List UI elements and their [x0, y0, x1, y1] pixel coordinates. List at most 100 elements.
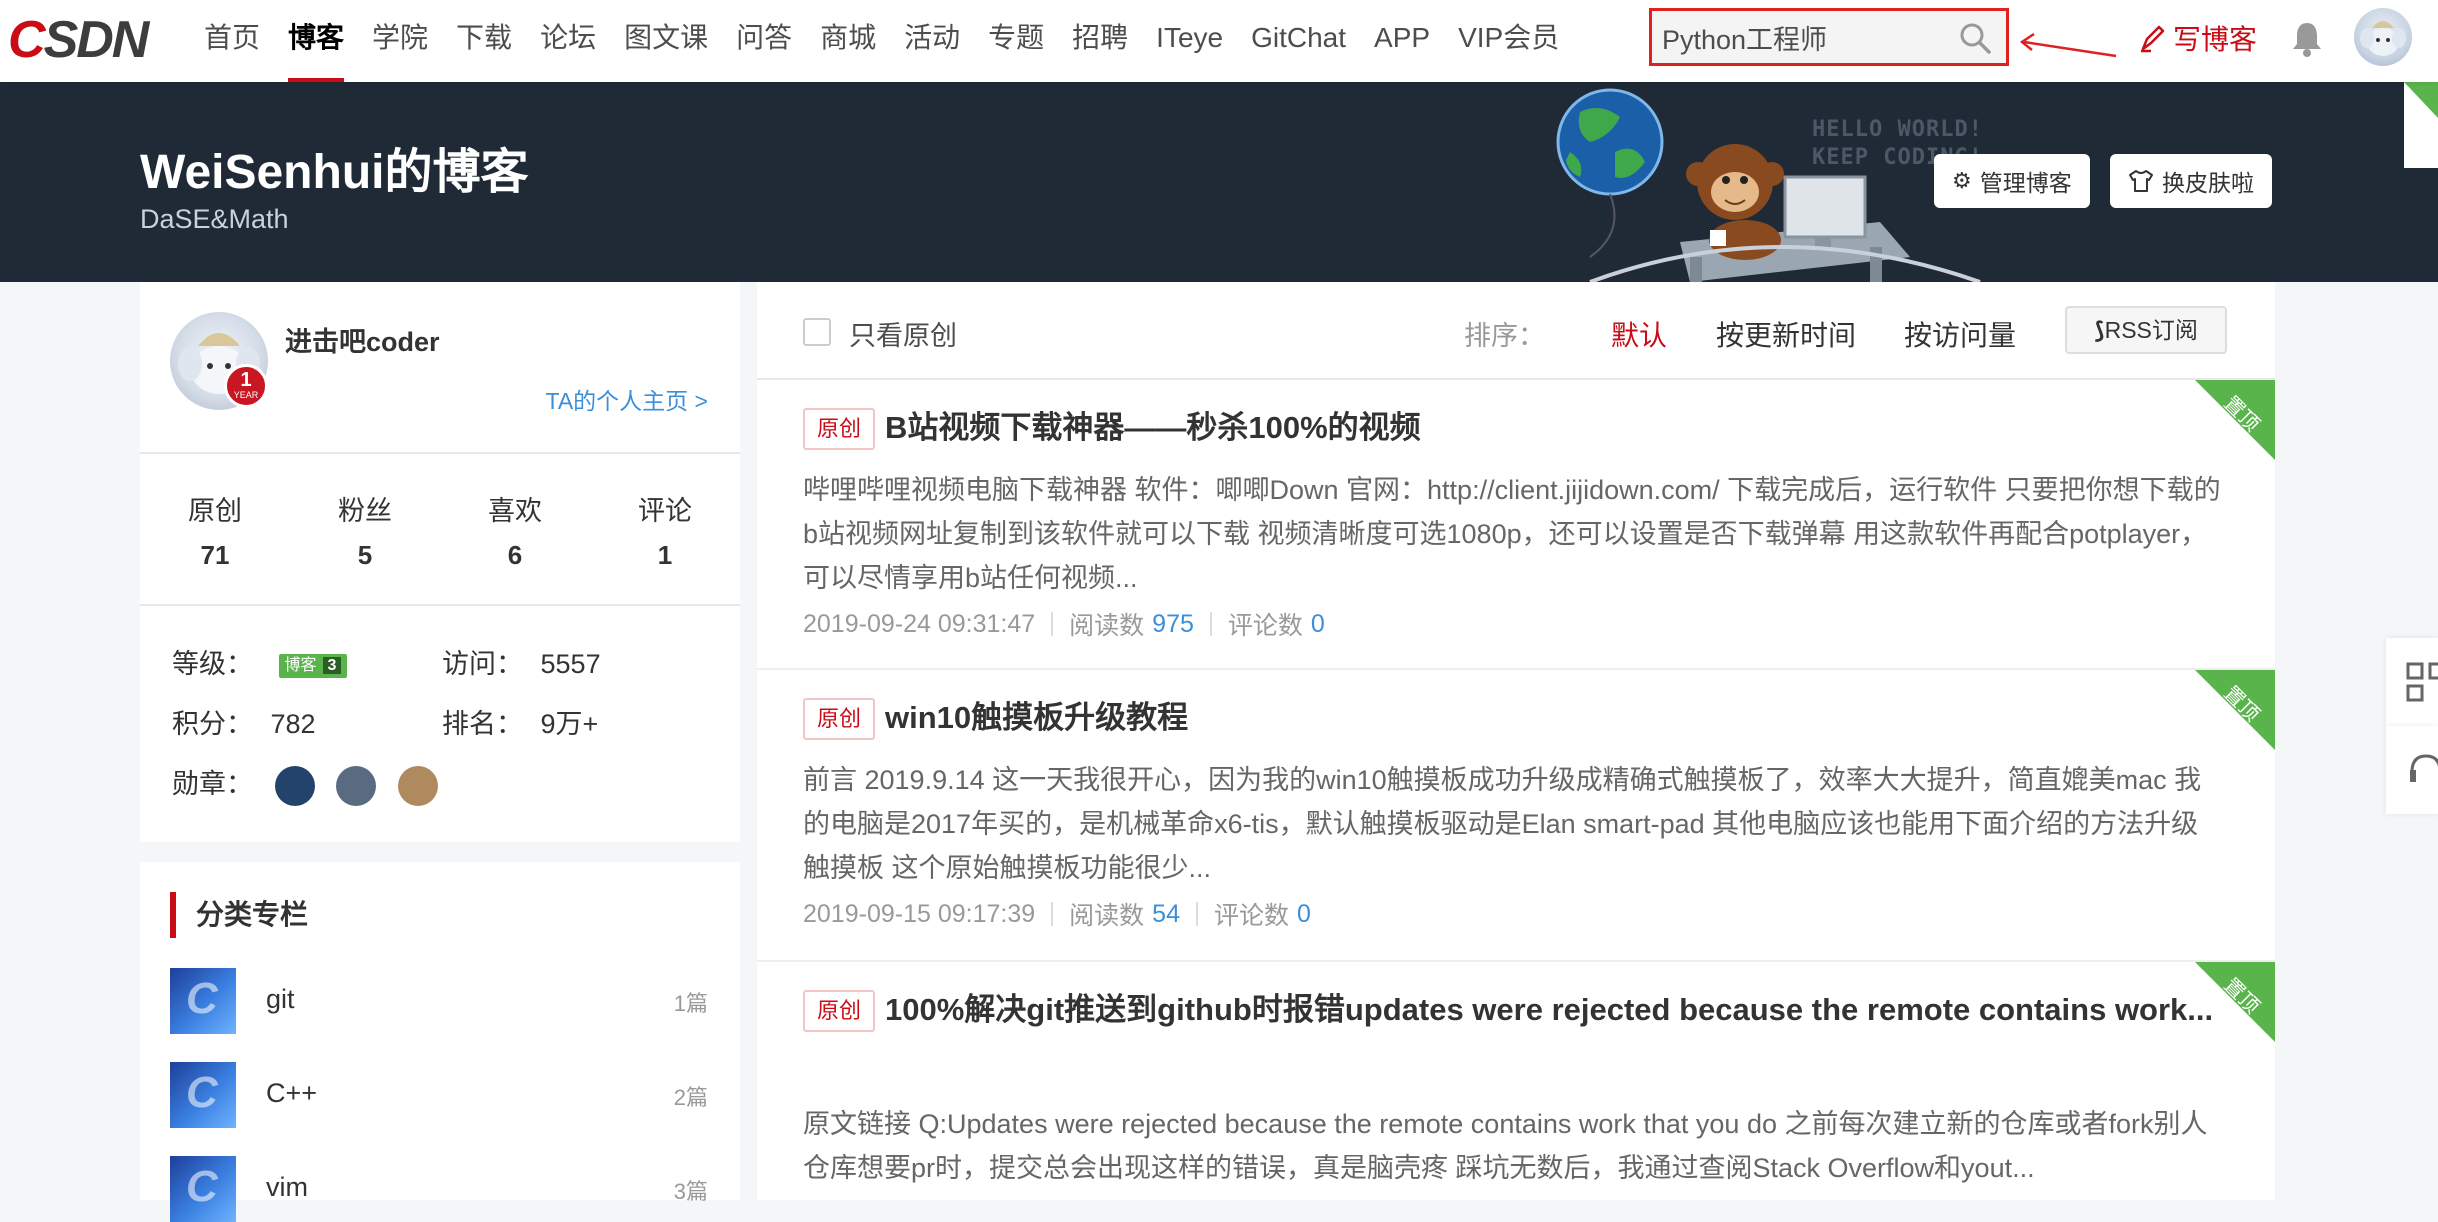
- comments-count: 0: [1297, 899, 1311, 928]
- article-title[interactable]: 100%解决git推送到github时报错updates were reject…: [885, 986, 2235, 1034]
- stat-label: 原创: [188, 496, 242, 526]
- reads-label: 阅读数: [1069, 902, 1145, 930]
- category-item[interactable]: git 1篇: [170, 968, 708, 1034]
- write-blog-label: 写博客: [2173, 24, 2258, 55]
- original-tag: 原创: [803, 698, 875, 740]
- article-title[interactable]: win10触摸板升级教程: [885, 694, 2235, 742]
- article-meta: 2019-09-24 09:31:47 阅读数 975 评论数 0: [803, 606, 1325, 642]
- nav-item-courses[interactable]: 图文课: [610, 0, 722, 82]
- article-title[interactable]: B站视频下载神器——秒杀100%的视频: [885, 404, 2235, 452]
- nav-item-gitchat[interactable]: GitChat: [1237, 0, 1360, 82]
- search-icon[interactable]: [1958, 21, 1992, 55]
- stat-value: 5: [357, 540, 373, 570]
- comments-count: 0: [1310, 609, 1325, 638]
- article-date: 2019-09-24 09:31:47: [803, 609, 1036, 638]
- only-original-checkbox[interactable]: [803, 318, 831, 346]
- manage-blog-button[interactable]: ⚙ 管理博客: [1934, 154, 2090, 208]
- stat-comments[interactable]: 评论 1: [590, 489, 740, 571]
- divider: [140, 604, 740, 606]
- only-original-label[interactable]: 只看原创: [849, 314, 957, 353]
- nav-item-store[interactable]: 商城: [806, 0, 890, 82]
- category-item[interactable]: C++ 2篇: [170, 1062, 708, 1128]
- nav-item-vip[interactable]: VIP会员: [1444, 0, 1573, 82]
- write-blog-button[interactable]: 写博客: [2137, 16, 2257, 60]
- blog-banner: WeiSenhui的博客 DaSE&Math HELLO WORLD! KEEP…: [0, 82, 2438, 282]
- nav-item-events[interactable]: 活动: [890, 0, 974, 82]
- article-description[interactable]: 哔哩哔哩视频电脑下载神器 软件：唧唧Down 官网：http://client.…: [803, 468, 2223, 600]
- nav-item-app[interactable]: APP: [1360, 0, 1444, 82]
- stat-value: 6: [507, 540, 523, 570]
- stat-likes[interactable]: 喜欢 6: [440, 489, 590, 571]
- category-card: 分类专栏 git 1篇 C++ 2篇 vim 3篇: [140, 862, 740, 1222]
- level-badge[interactable]: 博客 3: [278, 653, 348, 678]
- reads-count: 975: [1152, 609, 1194, 638]
- sort-by-views[interactable]: 按访问量: [1904, 314, 2016, 354]
- stat-original[interactable]: 原创 71: [140, 489, 290, 571]
- meta-separator: [1209, 612, 1212, 636]
- rss-icon: ⟆: [2094, 317, 2105, 343]
- nav-menu: 首页 博客 学院 下载 论坛 图文课 问答 商城 活动 专题 招聘 ITeye …: [190, 0, 1573, 82]
- homepage-link[interactable]: TA的个人主页 >: [545, 382, 708, 416]
- rank-row: 排名： 9万+: [442, 702, 598, 741]
- category-count: 3篇: [673, 1179, 708, 1204]
- bell-icon[interactable]: [2290, 20, 2324, 58]
- username[interactable]: 进击吧coder: [285, 320, 440, 359]
- medals-label: 勋章：: [172, 769, 253, 799]
- user-avatar[interactable]: [2354, 8, 2412, 66]
- level-row: 等级： 博客 3: [172, 642, 348, 681]
- sort-default[interactable]: 默认: [1611, 314, 1667, 354]
- corner-tab[interactable]: [2404, 82, 2438, 168]
- annotation-arrow-icon: [2019, 32, 2117, 58]
- customer-service-float-button[interactable]: [2386, 726, 2438, 814]
- stat-fans[interactable]: 粉丝 5: [290, 489, 440, 571]
- meta-separator: [1051, 902, 1054, 926]
- visits-value: 5557: [540, 649, 601, 679]
- sort-by-update-time[interactable]: 按更新时间: [1716, 314, 1856, 354]
- rss-subscribe-button[interactable]: ⟆RSS订阅: [2065, 306, 2227, 354]
- medal-ghost-icon[interactable]: [274, 765, 315, 806]
- category-count: 1篇: [673, 991, 708, 1016]
- points-value: 782: [270, 709, 316, 739]
- category-thumbnail: [170, 1156, 236, 1222]
- profile-card: 1 YEAR 进击吧coder TA的个人主页 > 原创 71 粉丝 5 喜欢 …: [140, 282, 740, 842]
- qrcode-float-button[interactable]: [2386, 638, 2438, 726]
- medal-persistence-icon[interactable]: [336, 765, 377, 806]
- year-badge-text: YEAR: [233, 390, 259, 400]
- stat-label: 粉丝: [338, 496, 392, 526]
- nav-item-jobs[interactable]: 招聘: [1058, 0, 1142, 82]
- search-input[interactable]: [1660, 17, 1950, 57]
- csdn-logo[interactable]: CSDN: [8, 12, 168, 68]
- article-list: 只看原创 排序： 默认 按更新时间 按访问量 ⟆RSS订阅 置顶 原创 B站视频…: [757, 282, 2275, 1200]
- nav-item-home[interactable]: 首页: [190, 0, 274, 82]
- search-box: [1649, 8, 2009, 66]
- category-item[interactable]: vim 3篇: [170, 1156, 708, 1222]
- article-item: 置顶 原创 win10触摸板升级教程 前言 2019.9.14 这一天我很开心，…: [757, 670, 2275, 962]
- article-description[interactable]: 原文链接 Q:Updates were rejected because the…: [803, 1102, 2223, 1190]
- category-name: C++: [266, 1078, 318, 1108]
- medals-row: 勋章：: [172, 762, 438, 806]
- level-badge-text: 博客: [284, 656, 317, 674]
- hello-line-1: HELLO WORLD!: [1812, 117, 1983, 142]
- change-skin-label: 换皮肤啦: [2162, 170, 2254, 196]
- nav-item-blog[interactable]: 博客: [274, 0, 358, 82]
- article-description[interactable]: 前言 2019.9.14 这一天我很开心，因为我的win10触摸板成功升级成精确…: [803, 758, 2223, 890]
- blog-title: WeiSenhui的博客: [140, 146, 529, 199]
- profile-stats: 原创 71 粉丝 5 喜欢 6 评论 1: [140, 489, 740, 571]
- divider: [140, 452, 740, 454]
- nav-item-qa[interactable]: 问答: [722, 0, 806, 82]
- reads-count: 54: [1152, 899, 1180, 928]
- article-item: 置顶 原创 B站视频下载神器——秒杀100%的视频 哔哩哔哩视频电脑下载神器 软…: [757, 380, 2275, 670]
- manage-blog-label: 管理博客: [1979, 170, 2072, 196]
- change-skin-button[interactable]: 换皮肤啦: [2110, 154, 2272, 208]
- medal-writer-icon[interactable]: [397, 765, 438, 806]
- nav-item-forum[interactable]: 论坛: [526, 0, 610, 82]
- elephant-avatar-icon: [2360, 21, 2406, 56]
- rank-value: 9万+: [540, 709, 599, 739]
- nav-item-academy[interactable]: 学院: [358, 0, 442, 82]
- headset-icon: [2410, 754, 2438, 782]
- nav-item-download[interactable]: 下载: [442, 0, 526, 82]
- points-row: 积分： 782: [172, 702, 316, 741]
- nav-item-topics[interactable]: 专题: [974, 0, 1058, 82]
- nav-item-iteye[interactable]: ITeye: [1142, 0, 1237, 82]
- year-badge: 1 YEAR: [224, 364, 268, 408]
